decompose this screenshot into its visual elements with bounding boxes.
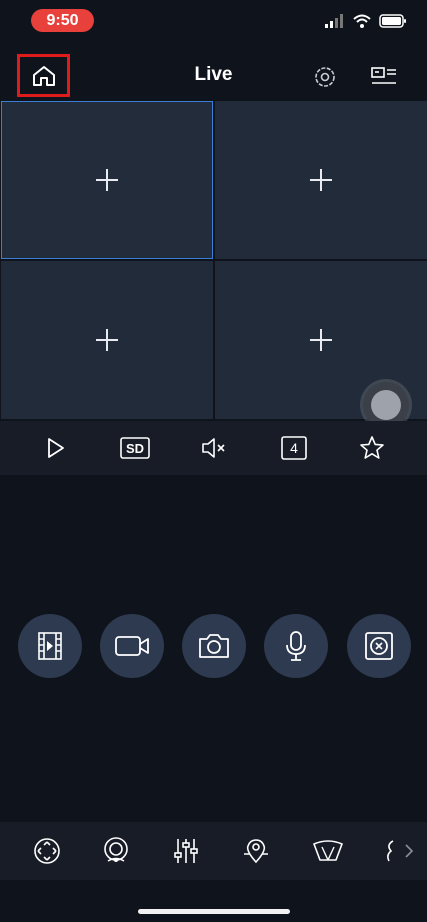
wiper-button[interactable] (311, 836, 345, 866)
tool-bar (0, 822, 427, 880)
wifi-icon (353, 14, 371, 28)
floating-assist-knob (371, 390, 401, 420)
quality-label: SD (125, 440, 145, 456)
settings-icon (315, 67, 335, 87)
status-icons (325, 14, 407, 28)
play-button[interactable] (40, 433, 70, 463)
fisheye-icon (365, 632, 393, 660)
video-cell-2[interactable] (215, 101, 427, 259)
wiper-icon (313, 840, 343, 861)
device-list-button[interactable] (368, 62, 400, 92)
video-grid (0, 101, 427, 421)
snapshot-button[interactable] (182, 614, 246, 678)
fisheye-button[interactable] (347, 614, 411, 678)
video-record-icon (38, 632, 62, 660)
layout-split-button[interactable]: 4 (279, 433, 309, 463)
record-video-button[interactable] (100, 614, 164, 678)
talk-button[interactable] (264, 614, 328, 678)
mute-icon (202, 438, 225, 458)
preset-location-button[interactable] (241, 836, 271, 866)
cellular-signal-icon (325, 14, 343, 28)
nav-bar: Live (0, 50, 427, 100)
more-tool-button[interactable] (382, 836, 396, 866)
video-camera-icon (115, 636, 149, 656)
status-time: 9:50 (31, 9, 94, 32)
page-title: Live (194, 64, 233, 85)
record-playback-button[interactable] (18, 614, 82, 678)
device-list-icon (371, 67, 396, 84)
adjust-sliders-icon (174, 839, 198, 863)
home-indicator[interactable] (138, 909, 290, 914)
eye-tracking-button[interactable] (101, 836, 131, 866)
eye-icon (104, 837, 128, 862)
ptz-control-button[interactable] (32, 836, 62, 866)
add-camera-icon (96, 169, 118, 191)
video-cell-1[interactable] (1, 101, 213, 259)
play-icon (48, 438, 64, 458)
action-buttons (0, 614, 427, 678)
snapshot-icon (199, 634, 229, 658)
status-bar: 9:50 (0, 0, 427, 44)
settings-button[interactable] (310, 62, 340, 92)
microphone-icon (286, 631, 306, 661)
star-icon (360, 436, 384, 459)
add-camera-icon (310, 329, 332, 351)
location-icon (244, 839, 268, 864)
partial-tool-icon (387, 840, 394, 862)
battery-icon (379, 14, 406, 28)
playback-control-bar: SD 4 (0, 421, 427, 475)
add-camera-icon (310, 169, 332, 191)
video-cell-3[interactable] (1, 261, 213, 419)
favorite-button[interactable] (357, 433, 387, 463)
chevron-right-icon (405, 844, 414, 858)
mute-button[interactable] (199, 433, 229, 463)
scroll-right-button[interactable] (401, 836, 417, 866)
quality-button[interactable]: SD (119, 433, 151, 463)
adjust-button[interactable] (171, 836, 201, 866)
layout-count-label: 4 (290, 440, 298, 456)
live-screen: 9:50 Live SD 4 (0, 0, 427, 922)
add-camera-icon (96, 329, 118, 351)
ptz-control-icon (34, 838, 60, 864)
